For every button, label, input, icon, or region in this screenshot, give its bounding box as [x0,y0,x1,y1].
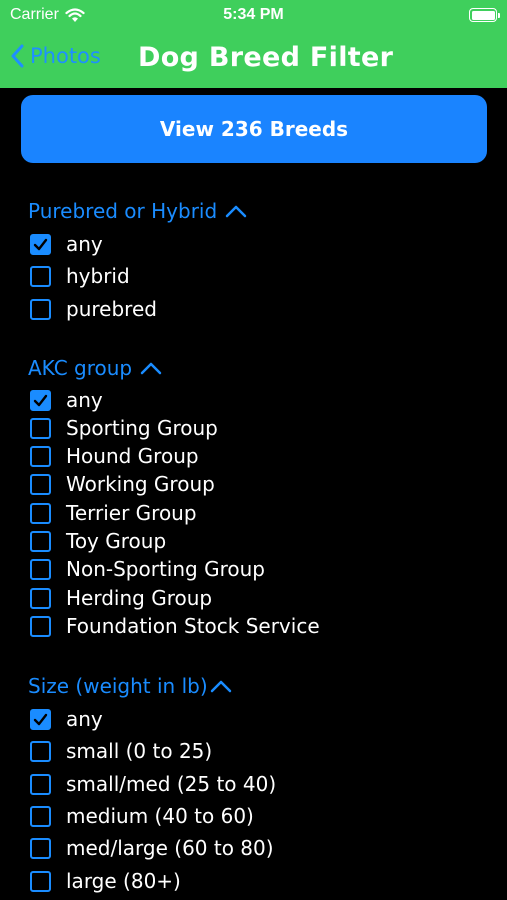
option-label: Herding Group [66,586,213,610]
chevron-up-icon [140,362,162,375]
checkbox[interactable] [30,445,51,467]
chevron-up-icon [225,205,247,218]
section-header-size[interactable]: Size (weight in lb) [28,674,232,698]
checkbox[interactable] [30,837,51,859]
view-breeds-button[interactable]: View 236 Breeds [21,95,487,163]
checkbox[interactable] [30,615,51,637]
option-large[interactable]: large (80+) [30,867,181,895]
option-label: Toy Group [66,529,167,553]
checkbox[interactable] [30,298,51,320]
option-purebred[interactable]: purebred [30,295,157,323]
status-bar: Carrier 5:34 PM [0,0,507,30]
option-any[interactable]: any [30,705,103,733]
option-label: small/med (25 to 40) [66,772,277,796]
checkbox[interactable] [30,417,51,439]
option-sporting-group[interactable]: Sporting Group [30,414,218,442]
chevron-left-icon [11,44,24,68]
section-header-akc-group[interactable]: AKC group [28,356,162,380]
section-title: Purebred or Hybrid [28,199,218,223]
option-terrier-group[interactable]: Terrier Group [30,499,197,527]
section-header-purebred-hybrid[interactable]: Purebred or Hybrid [28,199,247,223]
option-label: small (0 to 25) [66,739,213,763]
option-label: med/large (60 to 80) [66,836,274,860]
option-label: any [66,707,103,731]
back-label: Photos [30,44,101,68]
option-small[interactable]: small (0 to 25) [30,737,212,765]
option-label: medium (40 to 60) [66,804,254,828]
option-herding-group[interactable]: Herding Group [30,584,212,612]
checkbox[interactable] [30,473,51,495]
checkmark-icon [33,394,48,406]
page-title: Dog Breed Filter [138,42,394,73]
checkbox[interactable] [30,587,51,609]
option-label: Non-Sporting Group [66,557,265,581]
checkbox[interactable] [30,870,51,892]
checkbox[interactable] [30,233,51,255]
option-working-group[interactable]: Working Group [30,470,215,498]
checkbox[interactable] [30,708,51,730]
battery-icon [469,8,500,22]
option-label: Terrier Group [66,501,197,525]
option-any[interactable]: any [30,230,103,258]
option-label: Foundation Stock Service [66,614,320,638]
checkbox[interactable] [30,773,51,795]
option-label: hybrid [66,264,130,288]
option-any[interactable]: any [30,386,103,414]
checkmark-icon [33,238,48,250]
option-foundation-stock-service[interactable]: Foundation Stock Service [30,612,320,640]
checkbox[interactable] [30,502,51,524]
option-label: any [66,232,103,256]
checkbox[interactable] [30,558,51,580]
checkbox[interactable] [30,805,51,827]
option-hybrid[interactable]: hybrid [30,262,130,290]
section-title: AKC group [28,356,133,380]
navigation-bar: Photos Dog Breed Filter [0,30,507,88]
checkbox[interactable] [30,389,51,411]
chevron-up-icon [210,680,231,693]
option-label: Hound Group [66,444,199,468]
option-medium[interactable]: medium (40 to 60) [30,802,254,830]
option-label: Sporting Group [66,416,218,440]
option-label: Working Group [66,472,215,496]
option-toy-group[interactable]: Toy Group [30,527,166,555]
option-hound-group[interactable]: Hound Group [30,442,199,470]
checkmark-icon [33,713,48,725]
option-small-med[interactable]: small/med (25 to 40) [30,770,276,798]
back-button[interactable]: Photos [10,44,101,68]
checkbox[interactable] [30,265,51,287]
option-label: any [66,388,103,412]
checkbox[interactable] [30,530,51,552]
option-label: purebred [66,297,157,321]
status-time: 5:34 PM [223,6,284,23]
section-title: Size (weight in lb) [28,674,208,698]
option-non-sporting-group[interactable]: Non-Sporting Group [30,555,265,583]
option-med-large[interactable]: med/large (60 to 80) [30,834,274,862]
view-breeds-label: View 236 Breeds [159,117,349,141]
checkbox[interactable] [30,740,51,762]
option-label: large (80+) [66,869,181,893]
